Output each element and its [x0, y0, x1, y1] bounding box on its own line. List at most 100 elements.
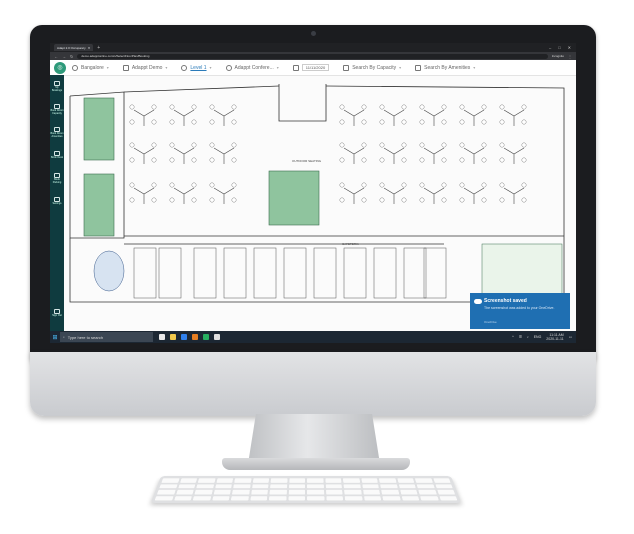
amenities-icon: [415, 64, 422, 71]
chair: [191, 157, 197, 163]
keyboard-key: [325, 489, 343, 495]
keyboard-key: [232, 489, 250, 495]
reload-icon[interactable]: ↻: [70, 54, 73, 59]
browser-tab[interactable]: Adapt 2.0 Occupancy ✕: [54, 44, 94, 51]
taskbar-apps: [159, 334, 220, 340]
chair: [231, 119, 237, 125]
windows-start-icon[interactable]: ⊞: [50, 334, 60, 341]
sidebar-item-my-bookings[interactable]: My Bookings: [50, 75, 64, 98]
chair: [419, 119, 425, 125]
chair: [441, 142, 447, 148]
chair: [379, 157, 385, 163]
desk-cluster: [499, 142, 527, 164]
date-filter[interactable]: 11/11/2020: [292, 64, 330, 71]
chrome-icon[interactable]: [214, 334, 220, 340]
room-filter[interactable]: Adappt Confere... ▾: [225, 64, 279, 71]
monitor-stand-neck: [248, 414, 380, 464]
file-explorer-icon[interactable]: [170, 334, 176, 340]
network-icon[interactable]: ☰: [519, 335, 522, 339]
chair: [209, 142, 215, 148]
chair: [401, 119, 407, 125]
sidebar-item-signout[interactable]: Sign Out: [50, 302, 64, 325]
monitor-chin: [30, 352, 596, 416]
keyboard-key: [398, 483, 416, 489]
floor-filter[interactable]: Level 1 ▾: [181, 64, 212, 71]
location-pin-icon: [225, 64, 232, 71]
chair: [339, 142, 345, 148]
forward-icon[interactable]: →: [62, 54, 66, 59]
keyboard-key: [360, 478, 378, 483]
desk-cluster-outline: [383, 187, 405, 204]
chair: [419, 182, 425, 188]
language-indicator[interactable]: ENG: [534, 335, 542, 339]
sidebar-item-book-desk[interactable]: Book Desk: [50, 144, 64, 167]
app-logo[interactable]: ◎: [54, 61, 66, 74]
minimize-button[interactable]: –: [549, 45, 551, 50]
location-filter[interactable]: Bangalore ▾: [72, 64, 109, 71]
app-icon[interactable]: [203, 334, 209, 340]
task-view-icon[interactable]: [159, 334, 165, 340]
maximize-button[interactable]: □: [558, 45, 560, 50]
sidebar-item-label: Settings: [52, 202, 62, 206]
desk-cluster: [169, 104, 197, 126]
sidebar-item-book-room-amenities[interactable]: Book Room Amenities: [50, 121, 64, 144]
sidebar-item-book-parking[interactable]: Book Parking: [50, 167, 64, 190]
keyboard-key: [414, 478, 433, 483]
location-pin-icon: [72, 64, 78, 71]
chair: [441, 197, 447, 203]
notification-icon[interactable]: ▭: [569, 335, 572, 339]
keyboard-key: [324, 478, 342, 483]
keyboard-key: [269, 489, 287, 495]
keyboard-key: [399, 489, 418, 495]
monitor-icon: [54, 126, 60, 132]
date-value: 11/11/2020: [301, 64, 330, 71]
building-filter[interactable]: Adappt Demo ▾: [122, 64, 167, 71]
chair: [521, 157, 527, 163]
keyboard-key: [419, 495, 439, 501]
sidebar-item-book-room-capacity[interactable]: Book Room Capacity: [50, 98, 64, 121]
keyboard-key: [233, 483, 251, 489]
screenshot-toast[interactable]: Screenshot saved The screenshot was adde…: [470, 293, 570, 329]
desk-cluster: [419, 142, 447, 164]
taskbar-search[interactable]: ⌕ Type here to search: [60, 332, 153, 342]
desk-cluster: [379, 182, 407, 204]
keyboard-key: [307, 495, 325, 501]
desk-cluster: [339, 182, 367, 204]
clock[interactable]: 11:11 AM 2020-11-11: [546, 333, 563, 341]
firefox-icon[interactable]: [192, 334, 198, 340]
keyboard-key: [436, 489, 455, 495]
chevron-down-icon: ▾: [209, 65, 212, 70]
close-window-button[interactable]: ✕: [568, 45, 571, 50]
chevron-down-icon: ▾: [473, 65, 476, 70]
incognito-label[interactable]: Incognito: [552, 54, 564, 58]
back-icon[interactable]: ←: [54, 54, 58, 59]
address-bar[interactable]: demo.adapptonline.com/s/SelectFloorPlan/…: [77, 53, 548, 59]
chair: [401, 157, 407, 163]
close-icon[interactable]: ✕: [88, 46, 91, 50]
chair: [401, 104, 407, 110]
chair: [481, 197, 487, 203]
calendar-icon: [292, 64, 299, 71]
chair: [459, 142, 465, 148]
room-outline: [343, 247, 367, 299]
room-outline: [373, 247, 397, 299]
sidebar-item-label: Book Room Capacity: [50, 108, 64, 115]
volume-icon[interactable]: ♪: [527, 335, 529, 339]
menu-icon[interactable]: ⋮: [568, 54, 572, 59]
chair: [521, 119, 527, 125]
chair: [231, 104, 237, 110]
amenities-filter[interactable]: Search By Amenities ▾: [415, 64, 476, 71]
edge-icon[interactable]: [181, 334, 187, 340]
new-tab-button[interactable]: +: [97, 45, 100, 51]
chair: [521, 197, 527, 203]
sidebar-item-settings[interactable]: Settings: [50, 190, 64, 213]
keyboard-key: [344, 495, 363, 501]
desk-cluster-outline: [173, 187, 195, 204]
chair: [339, 119, 345, 125]
chevron-up-icon[interactable]: ^: [512, 335, 514, 339]
wall: [123, 85, 280, 93]
keyboard-key: [175, 489, 194, 495]
keyboard-key: [252, 478, 270, 483]
chair: [361, 157, 367, 163]
capacity-filter[interactable]: Search By Capacity ▾: [343, 64, 401, 71]
